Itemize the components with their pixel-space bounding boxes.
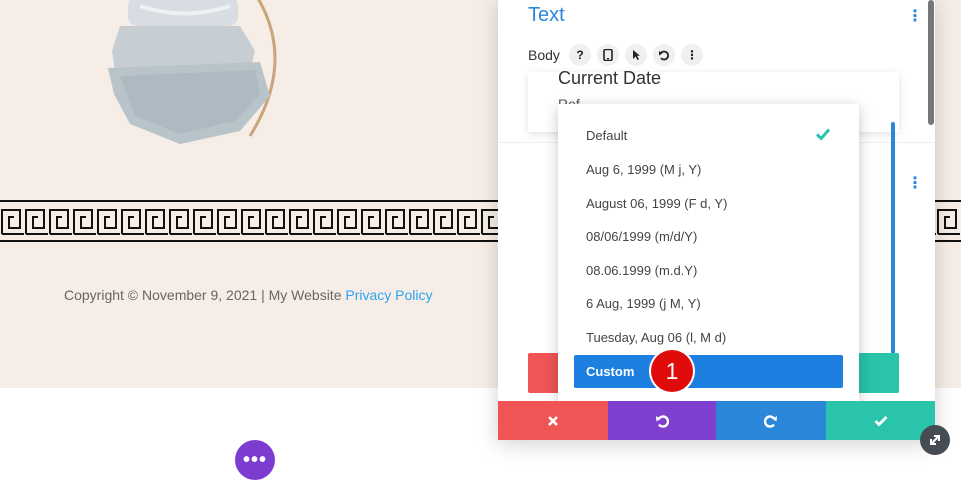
more-dots-button[interactable]: •••: [235, 440, 275, 480]
dropdown-option[interactable]: Tuesday, Aug 06 (l, M d): [586, 330, 726, 345]
dropdown-option[interactable]: 08.06.1999 (m.d.Y): [586, 263, 697, 278]
close-icon: [548, 415, 558, 426]
dropdown-option[interactable]: August 06, 1999 (F d, Y): [586, 196, 727, 211]
dropdown-option[interactable]: 6 Aug, 1999 (j M, Y): [586, 296, 701, 311]
panel-scrollbar[interactable]: [928, 0, 934, 125]
checkmark-icon: [874, 415, 887, 426]
dropdown-option[interactable]: Default: [586, 128, 627, 143]
redo-arrow-icon: [764, 414, 777, 428]
step-number-badge: 1: [651, 350, 693, 392]
save-button[interactable]: [826, 401, 935, 440]
section-menu-icon[interactable]: ⋮: [907, 8, 923, 26]
field-sub-label: Ref: [558, 96, 580, 104]
undo-arrow-icon: [656, 414, 669, 428]
section-menu-icon-2[interactable]: ⋮: [907, 175, 923, 193]
custom-option-label: Custom: [586, 364, 635, 379]
cancel-button[interactable]: [498, 401, 608, 440]
body-label: Body: [528, 47, 560, 63]
dropdown-option[interactable]: 08/06/1999 (m/d/Y): [586, 229, 697, 244]
help-icon[interactable]: ?: [569, 44, 591, 66]
panel-title: Text: [528, 4, 565, 26]
privacy-policy-link[interactable]: Privacy Policy: [345, 287, 432, 303]
footer-copyright: Copyright © November 9, 2021 | My Websit…: [64, 287, 433, 303]
undo-button[interactable]: [608, 401, 716, 440]
cursor-icon[interactable]: [625, 44, 647, 66]
field-save-button[interactable]: [855, 353, 899, 393]
resize-icon[interactable]: [920, 425, 950, 455]
current-date-label: Current Date: [558, 68, 662, 88]
check-icon: [815, 128, 831, 141]
more-options-icon[interactable]: ⋮: [681, 44, 703, 66]
dropdown-option[interactable]: Aug 6, 1999 (M j, Y): [586, 162, 701, 177]
statue-image: [108, 0, 277, 144]
copyright-text: Copyright © November 9, 2021 | My Websit…: [64, 287, 342, 303]
mobile-icon[interactable]: [597, 44, 619, 66]
panel-inner-scrollbar[interactable]: [891, 122, 895, 362]
undo-icon[interactable]: [653, 44, 675, 66]
redo-button[interactable]: [716, 401, 826, 440]
